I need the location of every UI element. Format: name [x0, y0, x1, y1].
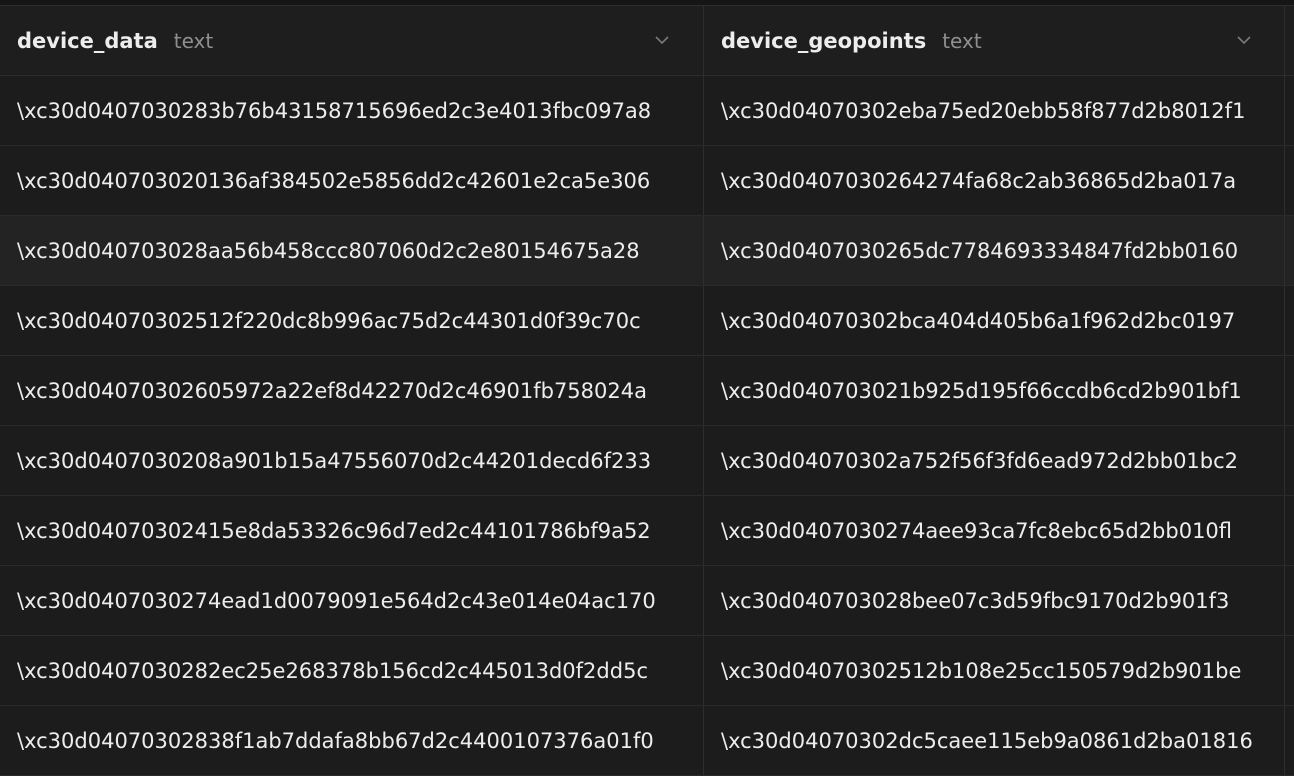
cell-device-data[interactable]: \xc30d04070302605972a22ef8d42270d2c46901…: [0, 356, 704, 425]
column-type: text: [173, 28, 214, 53]
cell-device-data[interactable]: \xc30d04070302415e8da53326c96d7ed2c44101…: [0, 496, 704, 565]
cell-device-geopoints[interactable]: \xc30d04070302eba75ed20ebb58f877d2b8012f…: [704, 76, 1285, 145]
cell-next[interactable]: [1285, 566, 1294, 635]
cell-device-geopoints[interactable]: \xc30d0407030274aee93ca7fc8ebc65d2bb010f…: [704, 496, 1285, 565]
cell-device-geopoints[interactable]: \xc30d0407030265dc7784693334847fd2bb0160: [704, 216, 1285, 285]
table-row[interactable]: \xc30d0407030283b76b43158715696ed2c3e401…: [0, 76, 1294, 146]
cell-device-data[interactable]: \xc30d0407030282ec25e268378b156cd2c44501…: [0, 636, 704, 705]
table-row[interactable]: \xc30d04070302838f1ab7ddafa8bb67d2c44001…: [0, 706, 1294, 776]
cell-device-data[interactable]: \xc30d040703028aa56b458ccc807060d2c2e801…: [0, 216, 704, 285]
column-header-device-data[interactable]: device_data text: [0, 6, 704, 75]
table-row[interactable]: \xc30d0407030274ead1d0079091e564d2c43e01…: [0, 566, 1294, 636]
cell-device-data[interactable]: \xc30d0407030283b76b43158715696ed2c3e401…: [0, 76, 704, 145]
header-row: device_data text device_geopoints text: [0, 6, 1294, 76]
table-row[interactable]: \xc30d0407030208a901b15a47556070d2c44201…: [0, 426, 1294, 496]
cell-device-geopoints[interactable]: \xc30d04070302512b108e25cc150579d2b901be: [704, 636, 1285, 705]
cell-device-data[interactable]: \xc30d040703020136af384502e5856dd2c42601…: [0, 146, 704, 215]
cell-next[interactable]: [1285, 76, 1294, 145]
cell-next[interactable]: [1285, 496, 1294, 565]
cell-next[interactable]: [1285, 146, 1294, 215]
cell-next[interactable]: [1285, 286, 1294, 355]
cell-device-data[interactable]: \xc30d0407030208a901b15a47556070d2c44201…: [0, 426, 704, 495]
cell-device-geopoints[interactable]: \xc30d0407030264274fa68c2ab36865d2ba017a: [704, 146, 1285, 215]
chevron-down-icon[interactable]: [654, 32, 670, 48]
cell-next[interactable]: [1285, 636, 1294, 705]
table-row[interactable]: \xc30d04070302605972a22ef8d42270d2c46901…: [0, 356, 1294, 426]
cell-device-data[interactable]: \xc30d04070302838f1ab7ddafa8bb67d2c44001…: [0, 706, 704, 775]
cell-next[interactable]: [1285, 706, 1294, 775]
grid-body: \xc30d0407030283b76b43158715696ed2c3e401…: [0, 76, 1294, 776]
table-row-selected[interactable]: \xc30d040703028aa56b458ccc807060d2c2e801…: [0, 216, 1294, 286]
cell-device-geopoints[interactable]: \xc30d040703028bee07c3d59fbc9170d2b901f3: [704, 566, 1285, 635]
column-type: text: [942, 28, 982, 53]
cell-device-geopoints[interactable]: \xc30d040703021b925d195f66ccdb6cd2b901bf…: [704, 356, 1285, 425]
cell-device-data[interactable]: \xc30d04070302512f220dc8b996ac75d2c44301…: [0, 286, 704, 355]
cell-device-geopoints[interactable]: \xc30d04070302a752f56f3fd6ead972d2bb01bc…: [704, 426, 1285, 495]
cell-next[interactable]: [1285, 356, 1294, 425]
column-header-device-geopoints[interactable]: device_geopoints text: [704, 6, 1285, 75]
table-row[interactable]: \xc30d04070302415e8da53326c96d7ed2c44101…: [0, 496, 1294, 566]
cell-device-geopoints[interactable]: \xc30d04070302dc5caee115eb9a0861d2ba0181…: [704, 706, 1285, 775]
column-name: device_data: [17, 28, 158, 53]
chevron-down-icon[interactable]: [1236, 32, 1252, 48]
cell-device-data[interactable]: \xc30d0407030274ead1d0079091e564d2c43e01…: [0, 566, 704, 635]
table-row[interactable]: \xc30d04070302512f220dc8b996ac75d2c44301…: [0, 286, 1294, 356]
cell-next[interactable]: [1285, 426, 1294, 495]
cell-next[interactable]: [1285, 216, 1294, 285]
data-grid: device_data text device_geopoints text \…: [0, 0, 1294, 776]
column-name: device_geopoints: [721, 28, 927, 53]
table-row[interactable]: \xc30d040703020136af384502e5856dd2c42601…: [0, 146, 1294, 216]
cell-device-geopoints[interactable]: \xc30d04070302bca404d405b6a1f962d2bc0197: [704, 286, 1285, 355]
column-header-next[interactable]: [1285, 6, 1294, 75]
table-row[interactable]: \xc30d0407030282ec25e268378b156cd2c44501…: [0, 636, 1294, 706]
